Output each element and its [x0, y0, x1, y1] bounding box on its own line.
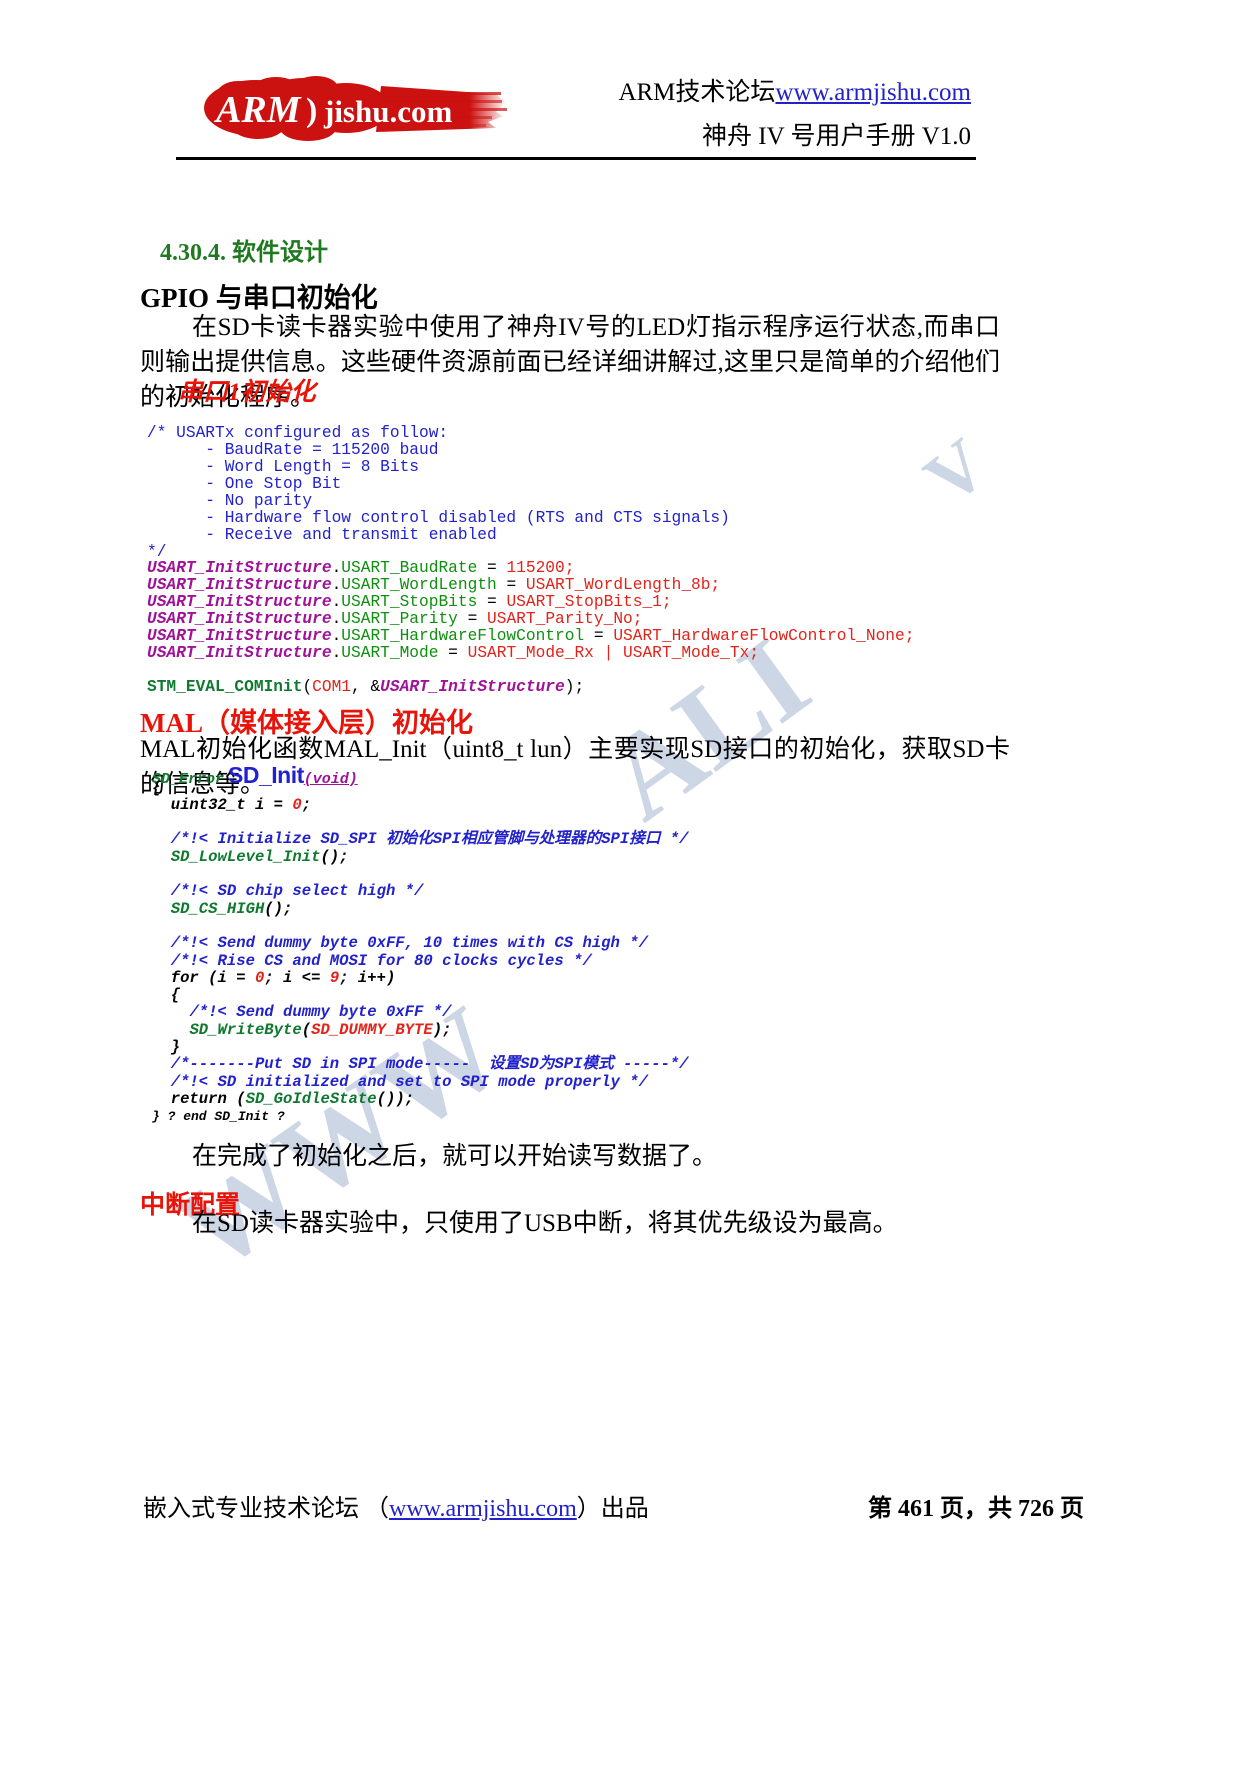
- code-block-sd-init: { uint32_t i = 0; /*!< Initialize SD_SPI…: [152, 778, 689, 1125]
- svg-text:ARM: ARM: [214, 89, 302, 131]
- armjishu-logo: ARM ) jishu.com: [196, 72, 526, 144]
- section-heading-4-30-4: 4.30.4. 软件设计: [160, 240, 328, 266]
- header-forum-label: ARM技术论坛: [618, 79, 776, 106]
- page-header: ARM ) jishu.com ARM技术论坛www.armjishu.com …: [0, 0, 1249, 170]
- watermark-v: V: [910, 423, 1003, 521]
- header-titles: ARM技术论坛www.armjishu.com 神舟 IV 号用户手册 V1.0: [551, 72, 971, 152]
- svg-text:jishu.com: jishu.com: [323, 94, 452, 129]
- footer-credit-suffix: ）出品: [576, 1496, 649, 1522]
- heading-uart1-init: 串口1初始化: [178, 379, 316, 406]
- paragraph-after-init: 在完成了初始化之后，就可以开始读写数据了。: [192, 1143, 718, 1170]
- header-site-link[interactable]: www.armjishu.com: [775, 79, 971, 106]
- document-page: V ALI WWW ARM) jishu.com ARM技术论坛www.arm…: [0, 0, 1249, 1767]
- footer-site-link[interactable]: www.armjishu.com: [389, 1496, 577, 1522]
- paragraph-interrupt: 在SD读卡器实验中，只使用了USB中断，将其优先级设为最高。: [192, 1210, 898, 1237]
- footer-page-number: 第 461 页，共 726 页: [868, 1496, 1084, 1522]
- header-manual-title: 神舟 IV 号用户手册 V1.0: [702, 123, 971, 150]
- svg-text:): ): [306, 92, 317, 129]
- header-forum-line: ARM技术论坛www.armjishu.com: [551, 72, 971, 108]
- header-divider: [176, 157, 976, 160]
- code-block-usart-init: /* USARTx configured as follow: - BaudRa…: [147, 424, 915, 696]
- footer-credit-prefix: 嵌入式专业技术论坛 （: [143, 1496, 389, 1522]
- footer-credit: 嵌入式专业技术论坛 （www.armjishu.com）出品: [143, 1488, 649, 1523]
